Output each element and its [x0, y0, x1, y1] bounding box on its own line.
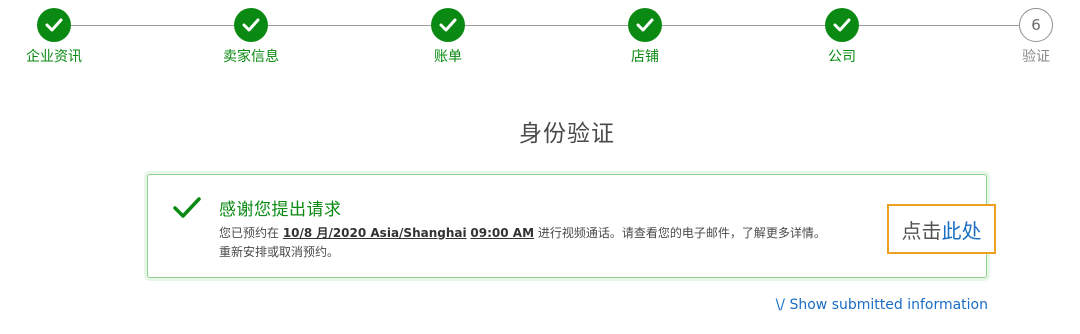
step-label: 验证	[1022, 49, 1050, 65]
identity-verification-page: 企业资讯 卖家信息 账单 店铺 公司 6 验证 身份验证 感谢您提出请求 您已预…	[0, 0, 1080, 334]
step-company[interactable]: 公司	[797, 8, 887, 66]
step-store[interactable]: 店铺	[600, 8, 690, 66]
alert-text-line2: 重新安排或取消预约。	[219, 245, 340, 259]
step-billing[interactable]: 账单	[403, 8, 493, 66]
step-verification: 6 验证	[991, 8, 1080, 66]
show-submitted-info-toggle[interactable]: \/ Show submitted information	[776, 297, 988, 313]
alert-text: 您已预约在	[219, 226, 283, 240]
step-business-info[interactable]: 企业资讯	[9, 8, 99, 66]
alert-title: 感谢您提出请求	[219, 200, 342, 220]
appointment-date: 10/8 月/2020 Asia/Shanghai	[282, 226, 467, 240]
step-label: 账单	[434, 49, 462, 65]
step-label: 卖家信息	[223, 49, 279, 65]
here-link[interactable]: 此处	[942, 215, 982, 244]
step-label: 公司	[828, 49, 856, 65]
check-circle-icon	[825, 8, 859, 42]
click-here-prefix: 点击	[901, 218, 942, 243]
check-circle-icon	[431, 8, 465, 42]
step-number-circle: 6	[1019, 8, 1053, 42]
click-here-link[interactable]: 点击 此处	[887, 204, 996, 254]
checkmark-icon	[173, 197, 201, 218]
step-label: 企业资讯	[26, 49, 82, 65]
alert-text: 进行视频通话。请查看您的电子邮件，了解更多详情。	[534, 226, 826, 240]
check-circle-icon	[37, 8, 71, 42]
appointment-time: 09:00 AM	[470, 226, 535, 240]
page-title: 身份验证	[519, 121, 615, 147]
alert-message: 您已预约在 10/8 月/2020 Asia/Shanghai 09:00 AM…	[219, 224, 899, 262]
step-label: 店铺	[631, 49, 659, 65]
step-seller-info[interactable]: 卖家信息	[206, 8, 296, 66]
check-circle-icon	[234, 8, 268, 42]
check-circle-icon	[628, 8, 662, 42]
success-alert: 感谢您提出请求 您已预约在 10/8 月/2020 Asia/Shanghai …	[147, 174, 987, 278]
